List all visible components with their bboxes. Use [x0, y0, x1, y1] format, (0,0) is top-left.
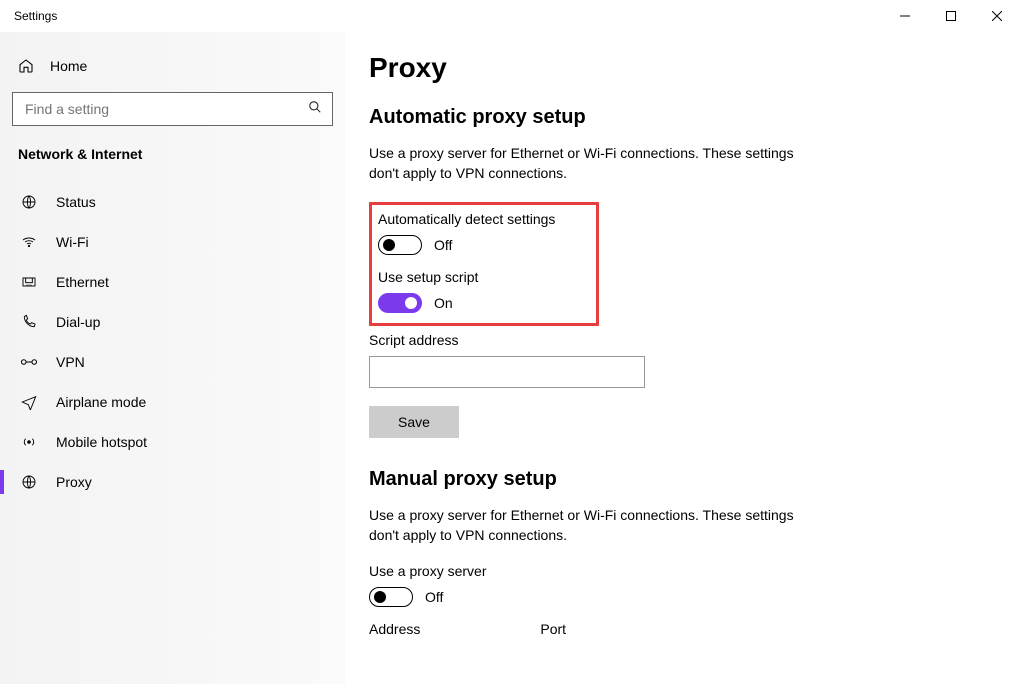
detect-state: Off: [434, 237, 452, 253]
auto-desc: Use a proxy server for Ethernet or Wi-Fi…: [369, 143, 799, 184]
sidebar-item-label: Proxy: [56, 474, 92, 490]
close-button[interactable]: [974, 0, 1020, 32]
highlight-box: Automatically detect settings Off Use se…: [369, 202, 599, 326]
sidebar-item-airplane[interactable]: Airplane mode: [12, 382, 333, 422]
sidebar-item-dialup[interactable]: Dial-up: [12, 302, 333, 342]
search-icon: [308, 100, 322, 119]
detect-toggle[interactable]: [378, 235, 422, 255]
sidebar-item-ethernet[interactable]: Ethernet: [12, 262, 333, 302]
use-proxy-state: Off: [425, 589, 443, 605]
page-title: Proxy: [369, 52, 1020, 84]
script-label: Use setup script: [378, 269, 590, 285]
script-address-label: Script address: [369, 332, 1020, 348]
main-panel: Proxy Automatic proxy setup Use a proxy …: [345, 32, 1020, 684]
sidebar-item-wifi[interactable]: Wi-Fi: [12, 222, 333, 262]
address-label: Address: [369, 621, 420, 637]
sidebar-item-label: Airplane mode: [56, 394, 146, 410]
hotspot-icon: [20, 434, 38, 450]
sidebar-item-label: VPN: [56, 354, 85, 370]
auto-heading: Automatic proxy setup: [369, 106, 1020, 129]
home-icon: [18, 58, 34, 74]
script-address-input[interactable]: [369, 356, 645, 388]
sidebar-item-hotspot[interactable]: Mobile hotspot: [12, 422, 333, 462]
search-input[interactable]: [23, 100, 292, 118]
globe-icon: [20, 194, 38, 210]
manual-desc: Use a proxy server for Ethernet or Wi-Fi…: [369, 505, 799, 546]
port-label: Port: [540, 621, 566, 637]
sidebar-item-vpn[interactable]: VPN: [12, 342, 333, 382]
ethernet-icon: [20, 274, 38, 290]
minimize-button[interactable]: [882, 0, 928, 32]
use-proxy-toggle[interactable]: [369, 587, 413, 607]
globe-icon: [20, 474, 38, 490]
sidebar-item-label: Mobile hotspot: [56, 434, 147, 450]
maximize-button[interactable]: [928, 0, 974, 32]
sidebar-item-proxy[interactable]: Proxy: [12, 462, 333, 502]
titlebar: Settings: [0, 0, 1020, 32]
sidebar-item-label: Dial-up: [56, 314, 100, 330]
vpn-icon: [20, 356, 38, 368]
window-title: Settings: [14, 9, 57, 23]
sidebar-item-label: Status: [56, 194, 96, 210]
use-proxy-label: Use a proxy server: [369, 563, 1020, 579]
save-button[interactable]: Save: [369, 406, 459, 438]
sidebar-item-label: Wi-Fi: [56, 234, 89, 250]
sidebar-item-label: Ethernet: [56, 274, 109, 290]
sidebar-home[interactable]: Home: [12, 50, 333, 82]
wifi-icon: [20, 234, 38, 250]
manual-heading: Manual proxy setup: [369, 468, 1020, 491]
script-toggle[interactable]: [378, 293, 422, 313]
search-box[interactable]: [12, 92, 333, 126]
airplane-icon: [20, 394, 38, 410]
sidebar: Home Network & Internet Status Wi-Fi Eth…: [0, 32, 345, 684]
sidebar-item-status[interactable]: Status: [12, 182, 333, 222]
sidebar-section: Network & Internet: [12, 146, 333, 162]
phone-icon: [20, 314, 38, 330]
sidebar-home-label: Home: [50, 58, 87, 74]
detect-label: Automatically detect settings: [378, 211, 590, 227]
script-state: On: [434, 295, 453, 311]
